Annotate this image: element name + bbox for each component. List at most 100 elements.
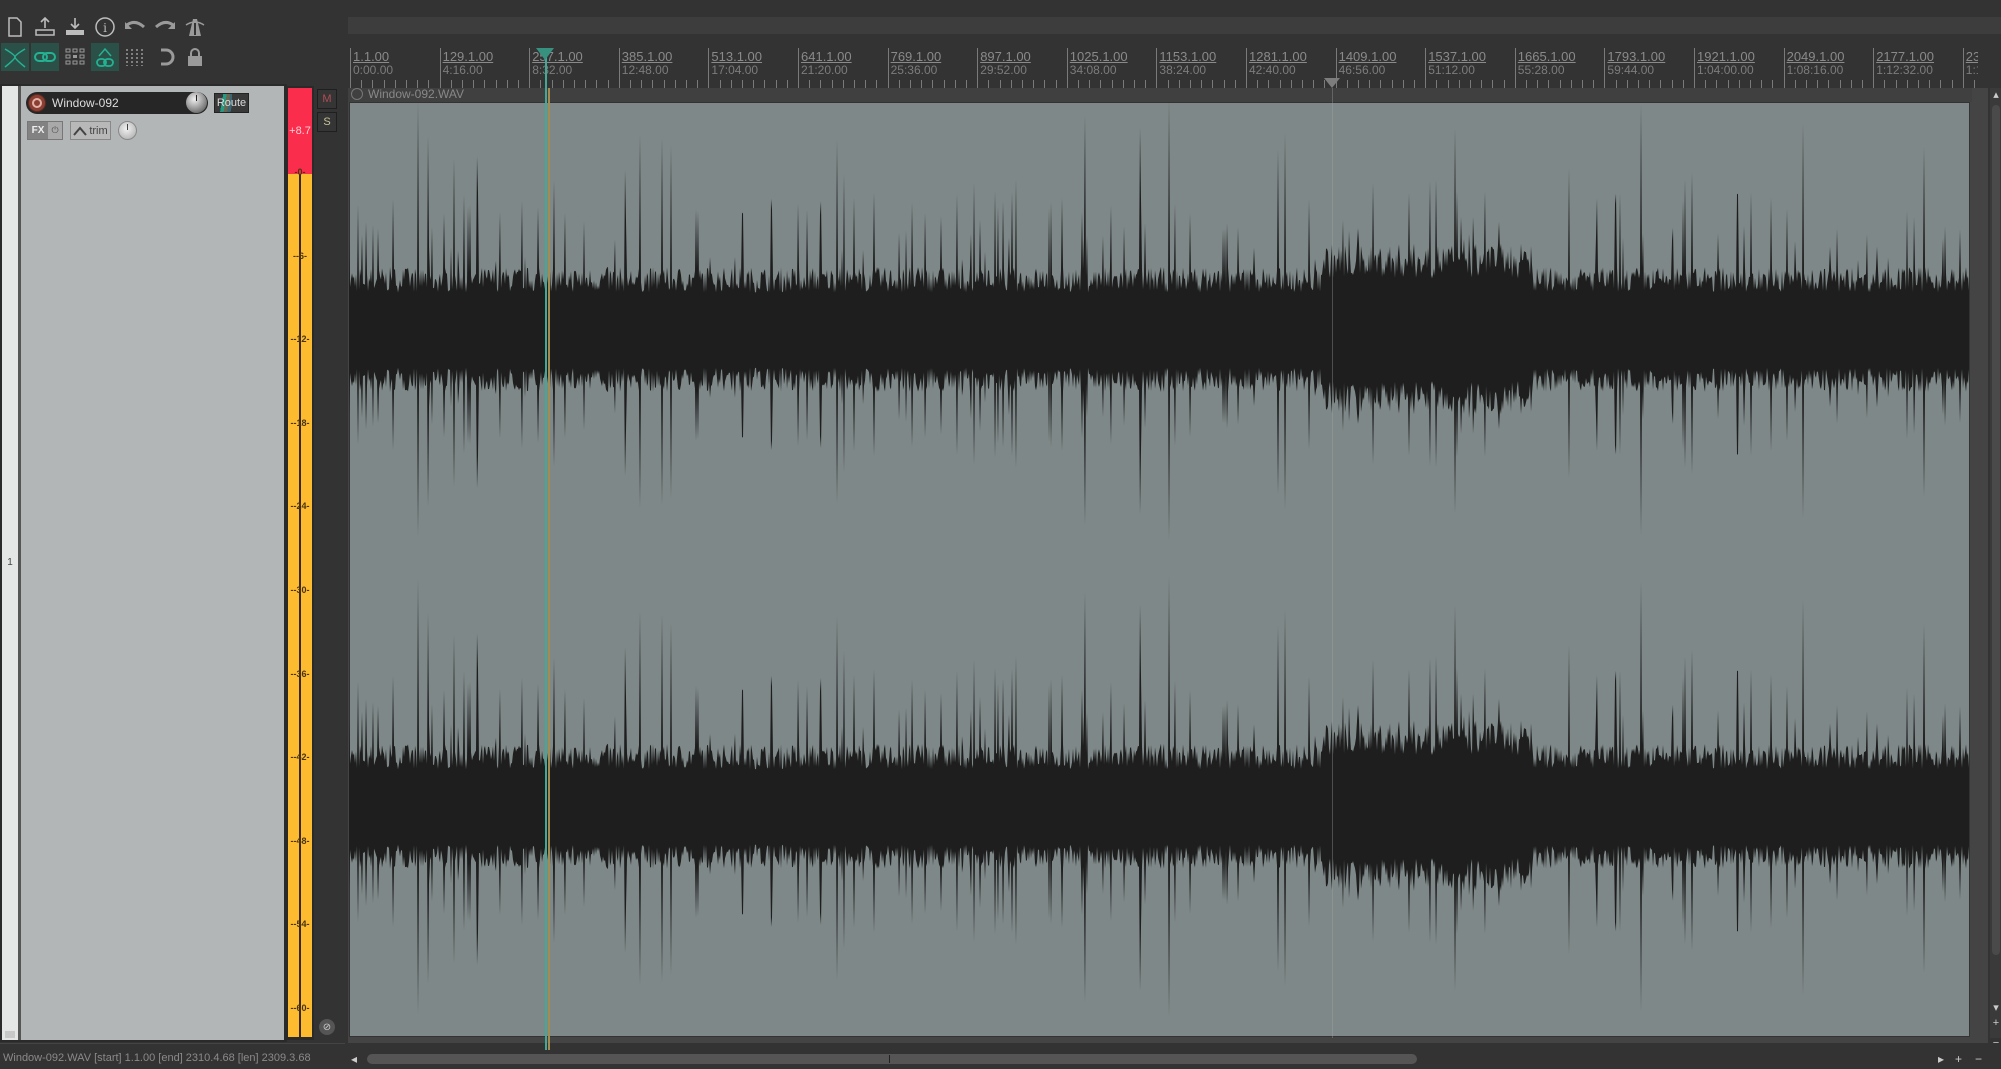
ruler-minor-tick	[932, 80, 934, 88]
solo-button[interactable]: S	[317, 112, 337, 132]
scroll-down-icon[interactable]: ▾	[1991, 1003, 2001, 1014]
ruler-minor-tick	[1178, 80, 1180, 88]
scroll-left-icon[interactable]: ◂	[351, 1052, 357, 1066]
item-grouping-icon	[34, 52, 56, 62]
ruler-minor-tick	[809, 80, 811, 88]
metronome-button[interactable]	[181, 13, 209, 41]
ruler-minor-tick	[1089, 80, 1091, 88]
marker-line	[1332, 88, 1333, 1038]
fx-bypass-icon[interactable]: ⏻	[48, 122, 62, 139]
item-header[interactable]	[348, 88, 1972, 102]
zoom-in-horizontal-icon[interactable]: +	[1955, 1052, 1962, 1066]
track-control-panel[interactable]	[21, 86, 284, 1040]
ruler-minor-tick	[1660, 80, 1662, 88]
ruler-minor-tick	[1290, 80, 1292, 88]
pan-knob[interactable]	[118, 121, 137, 140]
ruler-minor-tick	[1380, 80, 1382, 88]
ruler-minor-tick	[999, 80, 1001, 88]
ruler-minor-tick	[820, 80, 822, 88]
undo-button[interactable]	[121, 13, 149, 41]
project-info-button[interactable]: i	[91, 13, 119, 41]
ruler-minor-tick	[1100, 80, 1102, 88]
record-arm-button[interactable]	[28, 94, 46, 112]
volume-knob[interactable]	[186, 92, 207, 113]
ruler-minor-tick	[1436, 80, 1438, 88]
open-project-icon	[35, 16, 55, 36]
timeline-ruler[interactable]: 1.1.00 0:00.00 129.1.00 4:16.00 257.1.00 8:32…	[348, 40, 1978, 88]
ruler-minor-tick	[686, 80, 687, 88]
envelope-link-button[interactable]	[91, 43, 119, 71]
item-grouping-button[interactable]	[31, 43, 59, 71]
ruler-minor-tick	[1839, 80, 1841, 88]
zoom-in-vertical-icon[interactable]: +	[1991, 1018, 2001, 1029]
zoom-out-horizontal-icon[interactable]: −	[1975, 1052, 1982, 1066]
ruler-measure: 2049.1.00	[1786, 49, 1845, 64]
grid-icon	[65, 48, 85, 65]
ruler-minor-tick	[1033, 80, 1035, 88]
ruler-minor-tick	[1134, 80, 1135, 88]
ruler-minor-tick	[943, 80, 945, 88]
folder-icon[interactable]	[5, 1031, 15, 1038]
ruler-minor-tick	[1302, 80, 1303, 88]
marker-flag[interactable]	[1324, 78, 1340, 88]
ruler-minor-tick	[1761, 80, 1763, 88]
ruler-minor-tick	[1145, 80, 1147, 88]
ruler-minor-tick	[876, 80, 878, 88]
loop-button[interactable]	[151, 43, 179, 71]
ruler-minor-tick	[1884, 80, 1886, 88]
transport-strip	[348, 17, 2001, 34]
zoom-out-vertical-icon[interactable]: −	[1991, 1038, 2001, 1049]
ruler-major-tick	[529, 48, 531, 88]
ruler-major-tick	[1246, 48, 1247, 88]
save-project-button[interactable]	[61, 13, 89, 41]
route-button[interactable]: Route	[214, 93, 249, 113]
vertical-scroll-thumb[interactable]	[1992, 105, 2000, 955]
scroll-up-icon[interactable]: ▴	[1991, 90, 2001, 101]
ruler-time: 0:00.00	[353, 63, 394, 77]
ruler-time: 4:16.00	[442, 63, 483, 77]
lock-button[interactable]	[181, 43, 209, 71]
ruler-major-tick	[708, 48, 710, 88]
ruler-minor-tick	[1078, 80, 1079, 88]
ruler-label: 1409.1.00 46:56.00	[1339, 50, 1397, 77]
ruler-label: 897.1.00 29:52.00	[980, 50, 1031, 77]
ruler-minor-tick	[1649, 80, 1651, 88]
automation-mode-button[interactable]: trim	[70, 121, 111, 140]
meter-tick: --30-	[290, 585, 310, 595]
mute-button[interactable]: M	[317, 89, 337, 109]
snap-button[interactable]	[121, 43, 149, 71]
ruler-minor-tick	[1537, 80, 1539, 88]
ruler-minor-tick	[1470, 80, 1471, 88]
scroll-right-icon[interactable]: ▸	[1938, 1052, 1944, 1066]
ruler-label: 1025.1.00 34:08.00	[1070, 50, 1128, 77]
playhead-handle[interactable]	[536, 48, 554, 60]
fx-button[interactable]: FX ⏻	[27, 121, 63, 140]
redo-button[interactable]	[151, 13, 179, 41]
open-project-button[interactable]	[31, 13, 59, 41]
ruler-minor-tick	[1716, 80, 1718, 88]
ruler-major-tick	[1425, 48, 1427, 88]
waveform	[349, 102, 1969, 1017]
ruler-minor-tick	[484, 80, 486, 88]
ruler-major-tick	[887, 48, 889, 88]
ruler-measure: 1665.1.00	[1517, 49, 1576, 64]
ruler-major-tick	[1783, 48, 1785, 88]
track-name: Window-092	[52, 96, 119, 110]
ruler-measure: 1.1.00	[353, 49, 390, 64]
ruler-measure: 513.1.00	[711, 49, 762, 64]
new-project-button[interactable]	[1, 13, 29, 41]
track-number: 1	[7, 557, 13, 568]
ruler-label: 2049.1.00 1:08:16.00	[1787, 50, 1845, 77]
ruler-minor-tick	[1223, 80, 1225, 88]
ruler-measure: 1409.1.00	[1338, 49, 1397, 64]
item-properties-icon[interactable]	[351, 88, 363, 100]
waveform-channel-1	[349, 102, 1969, 540]
ruler-minor-tick	[764, 80, 766, 88]
ruler-time: 51:12.00	[1428, 63, 1475, 77]
phase-invert-button[interactable]: ⊘	[319, 1019, 335, 1035]
ruler-measure: 1921.1.00	[1697, 49, 1755, 64]
playhead[interactable]	[545, 48, 547, 1050]
horizontal-scroll-thumb[interactable]	[367, 1054, 1417, 1064]
ripple-edit-button[interactable]	[1, 43, 29, 71]
grid-button[interactable]	[61, 43, 89, 71]
